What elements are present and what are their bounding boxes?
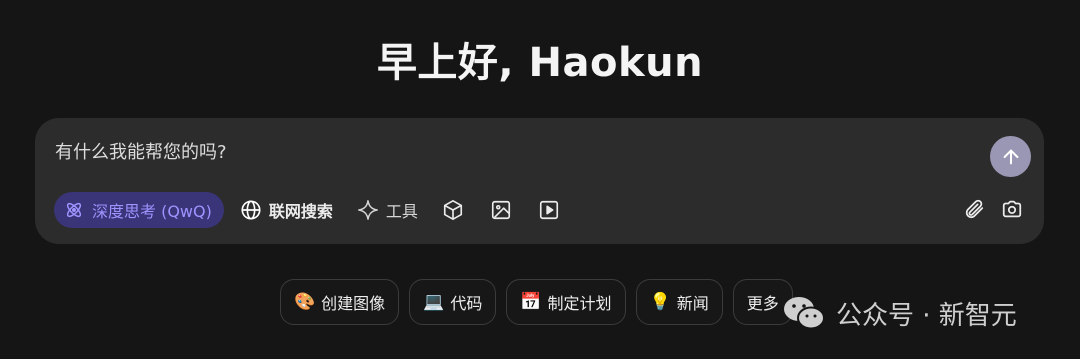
lightbulb-icon: 💡 <box>649 292 671 312</box>
wechat-icon <box>784 297 825 330</box>
tools-button[interactable]: 工具 <box>357 198 418 222</box>
video-icon <box>539 200 558 220</box>
watermark: 公众号 · 新智元 <box>782 294 1017 332</box>
suggestion-news[interactable]: 💡 新闻 <box>635 279 723 325</box>
suggestion-create-image[interactable]: 🎨 创建图像 <box>280 279 400 325</box>
video-button[interactable] <box>538 199 560 221</box>
watermark-text: 公众号 · 新智元 <box>836 300 1017 331</box>
attach-button[interactable] <box>963 198 985 220</box>
composer-tools: 深度思考 (QwQ) 联网搜索 工具 <box>54 192 560 228</box>
suggestion-label: 新闻 <box>676 294 709 313</box>
3d-button[interactable] <box>442 199 464 221</box>
atom-icon <box>66 202 82 218</box>
image-button[interactable] <box>490 199 512 221</box>
suggestion-label: 创建图像 <box>321 294 386 313</box>
cube-icon <box>443 200 462 220</box>
greeting-title: 早上好, Haokun <box>376 40 704 86</box>
paperclip-icon <box>965 199 984 219</box>
web-search-label: 联网搜索 <box>268 202 333 221</box>
camera-icon <box>1002 200 1022 218</box>
composer-box: 深度思考 (QwQ) 联网搜索 工具 <box>35 118 1044 244</box>
suggestion-label: 代码 <box>450 294 483 313</box>
deep-think-toggle[interactable]: 深度思考 (QwQ) <box>54 192 224 228</box>
laptop-icon: 💻 <box>423 292 445 312</box>
tools-label: 工具 <box>385 202 418 221</box>
globe-icon <box>241 200 261 220</box>
suggestion-plan[interactable]: 📅 制定计划 <box>506 279 626 325</box>
prompt-input[interactable] <box>55 138 935 166</box>
image-icon <box>491 200 510 220</box>
composer-right-tools <box>963 198 1023 220</box>
suggestion-label: 更多 <box>746 294 779 313</box>
camera-button[interactable] <box>1001 198 1023 220</box>
sparkle-icon <box>357 200 378 220</box>
suggestion-label: 制定计划 <box>547 294 612 313</box>
suggestion-chips: 🎨 创建图像 💻 代码 📅 制定计划 💡 新闻 更多 <box>280 279 793 325</box>
palette-icon: 🎨 <box>294 292 316 312</box>
arrow-up-icon <box>1003 149 1018 164</box>
send-button[interactable] <box>990 136 1031 177</box>
app-root: 早上好, Haokun 深度思考 (QwQ) <box>0 0 1080 359</box>
calendar-icon: 📅 <box>520 292 542 312</box>
web-search-toggle[interactable]: 联网搜索 <box>240 198 333 222</box>
deep-think-label: 深度思考 (QwQ) <box>92 202 212 221</box>
suggestion-code[interactable]: 💻 代码 <box>409 279 497 325</box>
